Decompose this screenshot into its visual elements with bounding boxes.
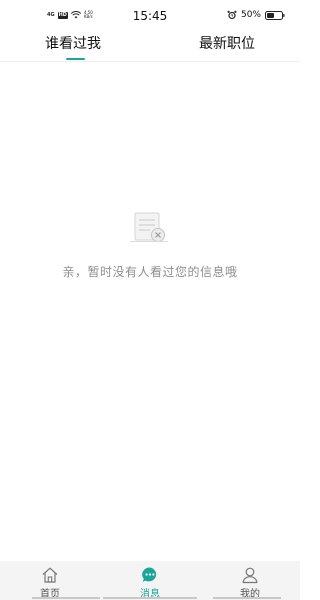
tab-who-viewed-me[interactable]: 谁看过我 — [45, 33, 101, 53]
header-divider — [0, 61, 300, 62]
nav-underline — [32, 597, 100, 599]
nav-item-mine[interactable]: 我的 — [200, 561, 300, 600]
top-tabs: 谁看过我 最新职位 — [0, 30, 300, 61]
battery-icon — [265, 10, 285, 20]
user-icon — [242, 567, 258, 584]
empty-message: 亲，暂时没有人看过您的信息哦 — [62, 265, 238, 279]
alarm-icon — [227, 10, 237, 20]
active-tab-indicator — [66, 58, 85, 60]
nav-underline — [213, 597, 281, 599]
nav-item-messages[interactable]: 消息 — [100, 561, 200, 600]
home-icon — [42, 567, 58, 583]
status-right: 50% — [227, 10, 285, 20]
message-icon — [142, 567, 157, 582]
tab-latest-jobs[interactable]: 最新职位 — [199, 33, 255, 53]
nav-underline — [103, 597, 197, 599]
status-bar: 4G HD 4.50 KB/s 15:45 50% — [0, 0, 300, 30]
battery-level: 50% — [240, 10, 261, 20]
bottom-nav: 首页 消息 我的 — [0, 561, 300, 600]
nav-item-home[interactable]: 首页 — [0, 561, 100, 600]
empty-document-icon — [130, 212, 168, 242]
